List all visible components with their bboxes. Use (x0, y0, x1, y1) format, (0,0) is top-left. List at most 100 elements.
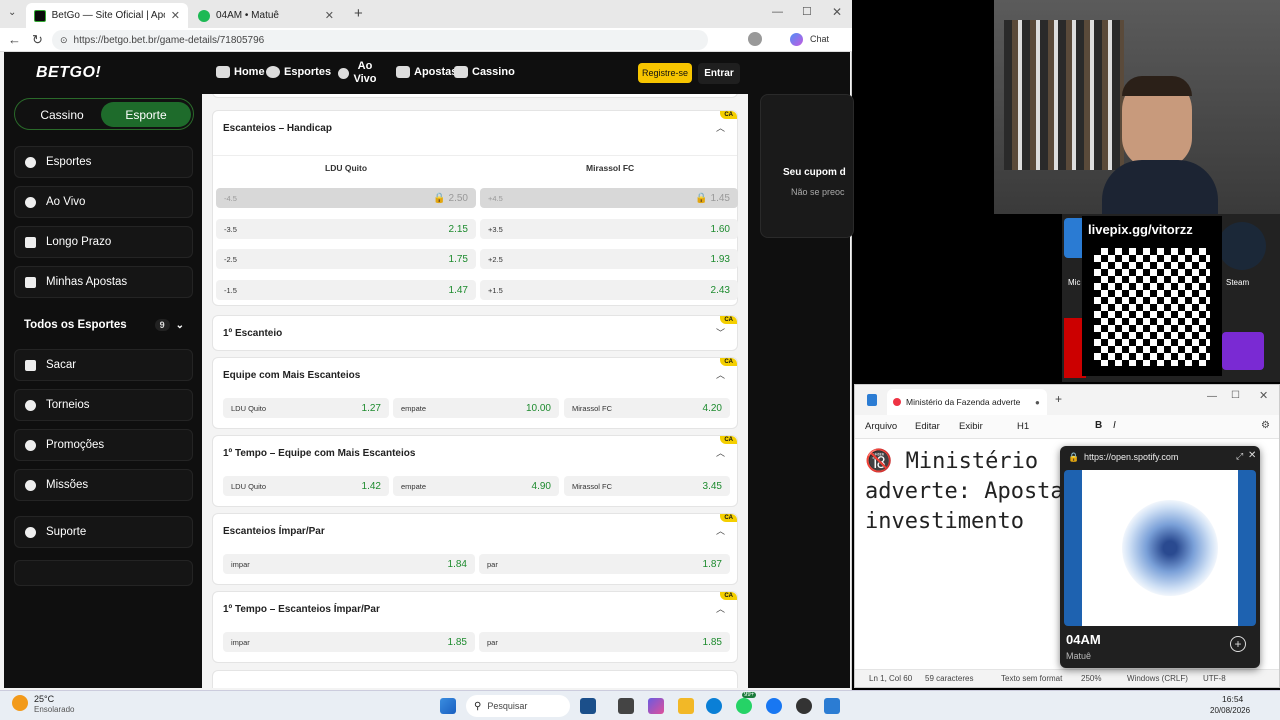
all-sports-toggle[interactable]: Todos os Esportes 9 ⌄ (24, 316, 184, 334)
odd-button[interactable]: -1.5 1.47 (216, 280, 476, 300)
notepad-taskbar-icon[interactable] (824, 698, 840, 714)
sidebar-item-sacar[interactable]: Sacar (14, 349, 193, 381)
odd-button[interactable]: LDU Quito 1.27 (223, 398, 389, 418)
whatsapp-icon[interactable] (736, 698, 752, 714)
tab-spotify[interactable]: 04AM • Matuê ✕ (190, 3, 342, 28)
weather-temp[interactable]: 25°C (34, 694, 54, 704)
register-button[interactable]: Registre-se (638, 63, 692, 83)
file-explorer-icon[interactable] (678, 698, 694, 714)
close-window-icon[interactable]: ✕ (832, 5, 842, 19)
copilot-icon[interactable] (790, 33, 803, 46)
close-window-icon[interactable]: ✕ (1259, 389, 1268, 402)
nav-home[interactable]: Home (216, 66, 265, 78)
nav-esportes[interactable]: Esportes (266, 66, 331, 78)
copilot-taskbar-icon[interactable] (648, 698, 664, 714)
odd-button[interactable]: impar 1.84 (223, 554, 475, 574)
odd-button[interactable]: empate 4.90 (393, 476, 559, 496)
sidebar-item-torneios[interactable]: Torneios (14, 389, 193, 421)
odd-button[interactable]: -2.5 1.75 (216, 249, 476, 269)
task-view-icon[interactable] (618, 698, 634, 714)
market-card-ht-odd-even: 1º Tempo – Escanteios Ímpar/Par CA ︿ imp… (212, 591, 738, 663)
new-tab-icon[interactable]: + (1055, 392, 1062, 406)
odd-label: Mirassol FC (572, 403, 613, 413)
odd-button[interactable]: par 1.87 (479, 554, 730, 574)
steam-icon[interactable] (1218, 222, 1266, 270)
sidebar-item-minhas-apostas[interactable]: Minhas Apostas (14, 266, 193, 298)
settings-gear-icon[interactable]: ⚙ (1261, 420, 1270, 431)
back-icon[interactable]: ← (8, 32, 21, 47)
minimize-icon[interactable]: — (772, 6, 783, 18)
notepad-editor[interactable]: 🔞 Ministério adverte: Aposta investiment… (865, 447, 1064, 537)
nav-cassino[interactable]: Cassino (454, 66, 515, 78)
sidebar-item-longo-prazo[interactable]: Longo Prazo (14, 226, 193, 258)
odd-button[interactable]: +3.5 1.60 (480, 219, 738, 239)
taskbar-search[interactable]: ⚲ Pesquisar (466, 695, 570, 717)
nav-apostas[interactable]: Apostas (396, 66, 457, 78)
sidebar-item-esportes[interactable]: Esportes (14, 146, 193, 178)
nav-ao-vivo[interactable]: Ao Vivo (338, 60, 377, 86)
sidebar-item-suporte[interactable]: Suporte (14, 516, 193, 548)
odd-button[interactable]: impar 1.85 (223, 632, 475, 652)
site-info-icon[interactable]: ⊙ (60, 35, 68, 46)
maximize-icon[interactable]: ☐ (1231, 390, 1240, 401)
tab-list-icon[interactable]: ⌄ (8, 7, 16, 18)
market-card-first-corner[interactable]: 1º Escanteio CA ﹀ (212, 315, 738, 351)
tab-favicon-icon (893, 398, 901, 406)
odd-button[interactable]: empate 10.00 (393, 398, 559, 418)
italic-icon[interactable]: I (1113, 420, 1116, 431)
toggle-esporte[interactable]: Esporte (101, 102, 191, 127)
expand-icon[interactable]: ⤢ (1236, 451, 1243, 462)
windows-start-icon[interactable] (440, 698, 456, 714)
url-bar[interactable]: ⊙ https://betgo.bet.br/game-details/7180… (52, 30, 708, 50)
odd-button[interactable]: Mirassol FC 3.45 (564, 476, 730, 496)
sidebar-item-promocoes[interactable]: Promoções (14, 429, 193, 461)
tab-betgo[interactable]: BetGo — Site Oficial | Apostas Esp ✕ (26, 3, 188, 28)
edge-browser-icon[interactable] (706, 698, 722, 714)
chevron-up-icon[interactable]: ︿ (716, 368, 725, 381)
sidebar-item-ao-vivo[interactable]: Ao Vivo (14, 186, 193, 218)
chat-label[interactable]: Chat (810, 34, 829, 44)
odd-button[interactable]: +2.5 1.93 (480, 249, 738, 269)
chevron-up-icon[interactable]: ︿ (716, 446, 725, 459)
odd-button[interactable]: +1.5 2.43 (480, 280, 738, 300)
status-zoom: 250% (1081, 674, 1102, 683)
odd-button[interactable]: Mirassol FC 4.20 (564, 398, 730, 418)
add-to-library-icon[interactable]: + (1230, 636, 1246, 652)
weather-sun-icon[interactable] (12, 695, 28, 711)
chevron-up-icon[interactable]: ︿ (716, 121, 725, 134)
site-logo[interactable]: BETGO! (36, 64, 101, 82)
chevron-up-icon[interactable]: ︿ (716, 524, 725, 537)
sidebar-item-missoes[interactable]: Missões (14, 469, 193, 501)
chevron-down-icon[interactable]: ﹀ (716, 326, 725, 339)
streamer-shirt-image (1102, 160, 1218, 214)
status-chars: 59 caracteres (925, 674, 974, 683)
clock-time[interactable]: 16:54 (1222, 694, 1243, 704)
chart-icon (25, 236, 36, 248)
heading-dropdown[interactable]: H1 (1017, 421, 1029, 432)
chevron-up-icon[interactable]: ︿ (716, 602, 725, 615)
login-button[interactable]: Entrar (698, 63, 740, 84)
odd-value: 2.50 (448, 192, 468, 204)
menu-arquivo[interactable]: Arquivo (865, 421, 897, 432)
bold-icon[interactable]: B (1095, 420, 1102, 431)
close-tab-icon[interactable]: ✕ (171, 9, 180, 22)
notepad-tab[interactable]: Ministério da Fazenda adverte ● (887, 389, 1047, 415)
clock-date[interactable]: 20/08/2026 (1210, 706, 1250, 715)
refresh-icon[interactable]: ↻ (32, 32, 43, 48)
facebook-icon[interactable] (766, 698, 782, 714)
jetski-app-icon[interactable] (580, 698, 596, 714)
toggle-cassino[interactable]: Cassino (17, 102, 107, 127)
profile-avatar[interactable] (748, 32, 762, 46)
close-tab-icon[interactable]: ✕ (325, 9, 334, 22)
odd-button[interactable]: par 1.85 (479, 632, 730, 652)
odd-button[interactable]: -3.5 2.15 (216, 219, 476, 239)
odd-button[interactable]: LDU Quito 1.42 (223, 476, 389, 496)
menu-exibir[interactable]: Exibir (959, 421, 983, 432)
obs-icon[interactable] (796, 698, 812, 714)
minimize-icon[interactable]: — (1207, 391, 1217, 402)
menu-editar[interactable]: Editar (915, 421, 940, 432)
odd-label: +4.5 (488, 193, 503, 203)
close-icon[interactable]: ✕ (1248, 450, 1256, 461)
new-tab-icon[interactable]: + (354, 5, 363, 22)
maximize-icon[interactable]: ☐ (802, 5, 812, 18)
